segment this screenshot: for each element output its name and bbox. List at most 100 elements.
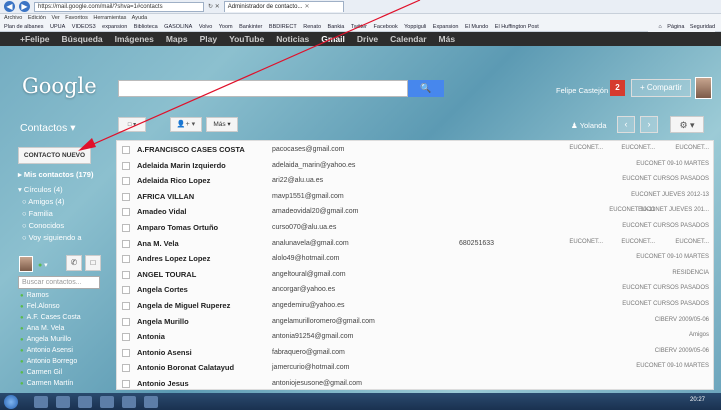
more-button[interactable]: Más ▾ <box>206 117 238 132</box>
contact-label[interactable]: EUCONET CURSOS PASADOS <box>622 176 709 182</box>
fav-item[interactable]: Volvo <box>199 24 212 30</box>
group-filter[interactable]: ♟ Yolanda <box>571 121 607 130</box>
contact-label[interactable]: EUCONET CURSOS PASADOS <box>622 223 709 229</box>
contact-label[interactable]: EUCONET CURSOS PASADOS <box>622 285 709 291</box>
contact-name[interactable]: Antonio Boronat Calatayud <box>137 363 234 372</box>
fav-item[interactable]: Expansion <box>433 24 459 30</box>
back-icon[interactable]: ◀ <box>4 1 15 12</box>
row-checkbox[interactable] <box>122 177 130 186</box>
row-checkbox[interactable] <box>122 208 130 217</box>
fav-item[interactable]: El Mundo <box>465 24 488 30</box>
menu-herramientas[interactable]: Herramientas <box>93 15 126 21</box>
chat-contact[interactable]: Angela Murillo <box>20 336 71 343</box>
call-button[interactable]: ✆ <box>66 255 82 271</box>
row-checkbox[interactable] <box>122 192 130 201</box>
contact-email[interactable]: fabraquero@gmail.com <box>272 349 345 356</box>
row-checkbox[interactable] <box>122 224 130 232</box>
chat-contact[interactable]: Antonio Asensi <box>20 347 73 354</box>
chat-contact[interactable]: A.F. Cases Costa <box>20 314 81 321</box>
fav-item[interactable]: BBDIRECT <box>269 24 297 30</box>
contact-name[interactable]: Ana M. Vela <box>137 239 179 248</box>
chat-search-input[interactable]: Buscar contactos... <box>18 276 100 289</box>
contact-label[interactable]: EUCONET CURSOS PASADOS <box>622 301 709 307</box>
menu-favoritos[interactable]: Favoritos <box>65 15 88 21</box>
add-user-button[interactable]: 👤+ ▾ <box>170 117 202 132</box>
contact-name[interactable]: Adelaida Marin Izquierdo <box>137 161 226 170</box>
gbar-imagenes[interactable]: Imágenes <box>115 34 154 44</box>
menu-archivo[interactable]: Archivo <box>4 15 22 21</box>
contact-email[interactable]: angedemiru@yahoo.es <box>272 302 345 309</box>
fav-item[interactable]: Biblioteca <box>134 24 158 30</box>
contact-label[interactable]: EUCONET 09-10 MARTES <box>636 254 709 260</box>
select-checkbox-button[interactable]: □ ▾ <box>118 117 146 132</box>
next-page-button[interactable]: › <box>640 116 658 133</box>
chat-avatar[interactable] <box>19 256 33 272</box>
forward-icon[interactable]: ▶ <box>19 1 30 12</box>
row-checkbox[interactable] <box>122 161 130 170</box>
contact-name[interactable]: Angela Murillo <box>137 317 189 326</box>
contact-label[interactable]: EUCONET... <box>569 239 603 245</box>
row-checkbox[interactable] <box>122 146 130 154</box>
contact-name[interactable]: Antonio Asensi <box>137 348 192 357</box>
contact-email[interactable]: antoniojesusone@gmail.com <box>272 380 362 387</box>
fav-item[interactable]: Yoom <box>219 24 233 30</box>
contact-email[interactable]: pacocases@gmail.com <box>272 146 344 153</box>
contact-label[interactable]: EUCONET... <box>621 145 655 151</box>
contact-label[interactable]: EUCONET... <box>675 239 709 245</box>
browser-icon[interactable] <box>78 396 92 408</box>
contact-label[interactable]: Amigos <box>689 332 709 338</box>
avatar[interactable] <box>695 77 712 99</box>
contact-label[interactable]: EUCONET... <box>569 145 603 151</box>
notification-badge[interactable]: 2 <box>610 80 625 96</box>
gbar-gmail[interactable]: Gmail <box>321 34 345 44</box>
chat-status-dropdown[interactable]: ● ▾ <box>38 261 48 269</box>
menu-ver[interactable]: Ver <box>51 15 59 21</box>
contact-email[interactable]: curso070@alu.ua.es <box>272 224 336 231</box>
contact-email[interactable]: jamercurio@hotmail.com <box>272 364 350 371</box>
settings-button[interactable]: ⚙ ▾ <box>670 116 704 133</box>
circle-item-amigos[interactable]: ○ Amigos (4) <box>22 197 64 206</box>
refresh-icon[interactable]: ↻ ✕ <box>208 3 220 10</box>
contact-name[interactable]: Amparo Tomas Ortuño <box>137 223 218 232</box>
fav-item[interactable]: Plan de albanes <box>4 24 43 30</box>
fav-item[interactable]: Bankia <box>328 24 345 30</box>
share-button[interactable]: + Compartir <box>631 79 691 97</box>
start-icon[interactable] <box>4 395 18 409</box>
chat-contact[interactable]: Ramos <box>20 292 49 299</box>
contact-email[interactable]: ari22@alu.ua.es <box>272 177 323 184</box>
fav-item[interactable]: expansion <box>102 24 127 30</box>
circle-item-familia[interactable]: ○ Familia <box>22 209 53 218</box>
contact-name[interactable]: Andres Lopez Lopez <box>137 254 210 263</box>
row-checkbox[interactable] <box>122 380 130 388</box>
contact-label[interactable]: EUCONET JUEVES 2012-13 <box>631 192 709 198</box>
contact-name[interactable]: Antonia <box>137 332 165 341</box>
media-icon[interactable] <box>56 396 70 408</box>
user-name[interactable]: Felipe Castejón <box>556 86 608 95</box>
contacts-switcher[interactable]: Contactos ▾ <box>20 122 75 134</box>
contact-email[interactable]: mavp1551@gmail.com <box>272 193 344 200</box>
gbar-drive[interactable]: Drive <box>357 34 378 44</box>
my-contacts-link[interactable]: ▸ Mis contactos (179) <box>18 170 93 179</box>
fav-item[interactable]: Twitter <box>351 24 367 30</box>
fav-item[interactable]: Renato <box>303 24 321 30</box>
table-row[interactable]: Antonio Jesus antoniojesusone@gmail.com <box>117 375 713 389</box>
row-checkbox[interactable] <box>122 270 130 279</box>
fav-item[interactable]: UPUA <box>50 24 65 30</box>
row-checkbox[interactable] <box>122 333 130 342</box>
contact-name[interactable]: Antonio Jesus <box>137 379 189 388</box>
fav-item[interactable]: VIDEOS3 <box>72 24 96 30</box>
fav-item[interactable]: Yoppiguli <box>404 24 426 30</box>
search-input[interactable] <box>118 80 408 97</box>
gbar-calendar[interactable]: Calendar <box>390 34 426 44</box>
contact-email[interactable]: angeltoural@gmail.com <box>272 271 346 278</box>
gbar-mas[interactable]: Más <box>439 34 456 44</box>
gbar-maps[interactable]: Maps <box>166 34 188 44</box>
new-contact-button[interactable]: CONTACTO NUEVO <box>18 147 91 164</box>
contact-email[interactable]: adelaida_marin@yahoo.es <box>272 162 355 169</box>
row-checkbox[interactable] <box>122 302 130 310</box>
app-icon[interactable] <box>122 396 136 408</box>
contact-name[interactable]: Angela Cortes <box>137 285 188 294</box>
fav-item[interactable]: El Huffington Post <box>495 24 539 30</box>
prev-page-button[interactable]: ‹ <box>617 116 635 133</box>
contact-name[interactable]: A.FRANCISCO CASES COSTA <box>137 145 245 154</box>
